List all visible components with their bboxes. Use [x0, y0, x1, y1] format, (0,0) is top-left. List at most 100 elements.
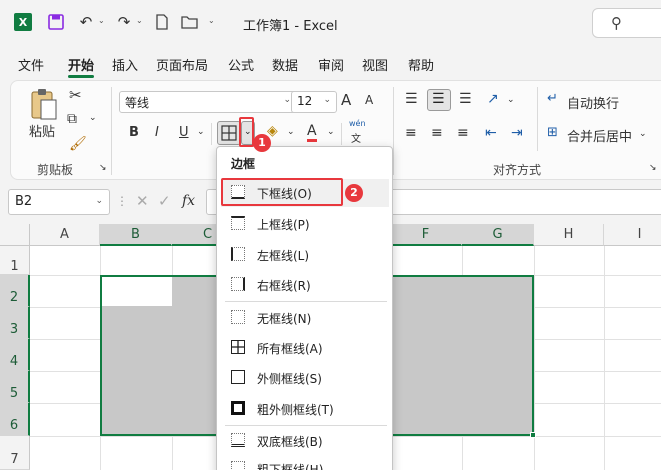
new-file-icon[interactable] [152, 12, 172, 32]
row-header-7[interactable]: 7 [0, 436, 30, 470]
wrap-text-icon[interactable]: ↵ [547, 91, 558, 106]
redo-icon[interactable]: ↷ [114, 12, 134, 32]
name-box[interactable]: B2 ⌄ [8, 189, 110, 215]
redo-dropdown-icon[interactable]: ⌄ [136, 16, 143, 25]
active-tab-indicator [68, 75, 94, 78]
paste-button[interactable]: 粘贴 [29, 121, 55, 140]
column-header-g[interactable]: G [462, 224, 534, 246]
undo-dropdown-icon[interactable]: ⌄ [98, 16, 105, 25]
row-header-3[interactable]: 3 [0, 307, 30, 339]
row-header-6[interactable]: 6 [0, 403, 30, 436]
column-header-a[interactable]: A [30, 224, 100, 246]
shrink-font-button[interactable]: A [365, 93, 373, 107]
font-size-select[interactable]: 12 ⌄ [291, 91, 337, 113]
menu-item-all-borders[interactable]: 所有框线(A) [221, 334, 389, 362]
top-border-icon [231, 216, 245, 230]
phonetic-guide-button[interactable]: 文 [351, 130, 361, 145]
cut-icon[interactable]: ✂ [69, 86, 82, 104]
undo-icon[interactable]: ↶ [76, 12, 96, 32]
grow-font-button[interactable]: A [341, 91, 351, 109]
increase-indent-icon[interactable]: ⇥ [511, 125, 523, 141]
tab-file[interactable]: 文件 [18, 55, 44, 74]
merge-center-button[interactable]: 合并后居中 [567, 126, 632, 145]
align-top-icon[interactable]: ☰ [405, 91, 418, 107]
menu-item-label: 粗外侧框线(T) [257, 403, 334, 417]
search-icon: ⚲ [611, 14, 622, 32]
cancel-icon[interactable]: ✕ [136, 192, 149, 210]
menu-item-no-border[interactable]: 无框线(N) [221, 304, 389, 332]
row-header-2[interactable]: 2 [0, 275, 30, 307]
align-center-icon[interactable]: ≡ [431, 125, 443, 141]
tab-insert[interactable]: 插入 [112, 55, 138, 74]
fill-color-dropdown-icon[interactable]: ⌄ [287, 127, 295, 137]
menu-item-top-border[interactable]: 上框线(P) [221, 210, 389, 238]
row-header-5[interactable]: 5 [0, 371, 30, 403]
tab-page-layout[interactable]: 页面布局 [156, 55, 208, 74]
ribbon-separator [111, 87, 112, 175]
quick-access-dropdown-icon[interactable]: ⌄ [208, 16, 215, 25]
borders-menu-title: 边框 [231, 157, 256, 171]
align-middle-button[interactable]: ☰ [427, 89, 451, 111]
tab-review[interactable]: 审阅 [318, 55, 344, 74]
menu-item-label: 粗下框线(H) [257, 463, 324, 470]
font-color-dropdown-icon[interactable]: ⌄ [327, 127, 335, 137]
ribbon-separator [537, 87, 538, 151]
menu-item-thick-bottom-border[interactable]: 粗下框线(H) [221, 455, 389, 470]
decrease-indent-icon[interactable]: ⇤ [485, 125, 497, 141]
format-painter-icon[interactable]: 🖌 [69, 136, 87, 152]
orientation-dropdown-icon[interactable]: ⌄ [507, 95, 515, 105]
tab-data[interactable]: 数据 [272, 55, 298, 74]
align-right-icon[interactable]: ≡ [457, 125, 469, 141]
tab-help[interactable]: 帮助 [408, 55, 434, 74]
align-left-icon[interactable]: ≡ [405, 125, 417, 141]
clipboard-launcher-icon[interactable]: ↘ [99, 163, 107, 173]
menu-item-bottom-double-border[interactable]: 双底框线(B) [221, 427, 389, 455]
menu-item-label: 所有框线(A) [257, 342, 323, 356]
tab-formulas[interactable]: 公式 [228, 55, 254, 74]
phonetic-guide-top[interactable]: wén [349, 119, 366, 128]
column-header-i[interactable]: I [604, 224, 661, 246]
menu-item-right-border[interactable]: 右框线(R) [221, 271, 389, 299]
menu-item-left-border[interactable]: 左框线(L) [221, 241, 389, 269]
menu-item-outside-borders[interactable]: 外侧框线(S) [221, 364, 389, 392]
fill-handle[interactable] [530, 432, 536, 438]
row-header-1[interactable]: 1 [0, 246, 30, 275]
search-box[interactable]: ⚲ [592, 8, 661, 38]
thick-bottom-border-icon [231, 461, 245, 470]
copy-icon[interactable]: ⧉ [67, 111, 77, 127]
tab-home[interactable]: 开始 [68, 55, 94, 74]
row-header-4[interactable]: 4 [0, 339, 30, 371]
bold-button[interactable]: B [129, 125, 139, 140]
merge-center-icon[interactable]: ⊞ [547, 125, 558, 140]
name-box-dropdown-icon: ⌄ [95, 196, 103, 206]
underline-button[interactable]: U [179, 125, 189, 140]
column-header-h[interactable]: H [534, 224, 604, 246]
orientation-icon[interactable]: ↗ [487, 91, 499, 107]
enter-icon[interactable]: ✓ [158, 192, 171, 210]
alignment-launcher-icon[interactable]: ↘ [649, 163, 657, 173]
paste-icon[interactable] [29, 87, 59, 125]
insert-function-button[interactable]: fx [182, 193, 195, 209]
excel-logo-icon: X [14, 13, 32, 31]
menu-item-thick-outside-borders[interactable]: 粗外侧框线(T) [221, 395, 389, 423]
save-icon[interactable] [46, 12, 66, 32]
font-name-select[interactable]: 等线 ⌄ [119, 91, 297, 113]
font-color-button[interactable]: A [307, 123, 317, 142]
annotation-badge-1: 1 [253, 134, 271, 152]
borders-button[interactable] [217, 121, 241, 145]
tab-view[interactable]: 视图 [362, 55, 388, 74]
open-folder-icon[interactable] [180, 12, 200, 32]
select-all-corner[interactable] [0, 224, 30, 246]
align-bottom-icon[interactable]: ☰ [459, 91, 472, 107]
column-header-f[interactable]: F [390, 224, 462, 246]
wrap-text-button[interactable]: 自动换行 [567, 93, 619, 112]
all-borders-icon [231, 340, 245, 354]
merge-dropdown-icon[interactable]: ⌄ [639, 129, 647, 139]
italic-button[interactable]: I [155, 125, 159, 140]
font-size-dropdown-icon: ⌄ [323, 95, 331, 105]
underline-dropdown-icon[interactable]: ⌄ [197, 127, 205, 137]
menu-item-label: 右框线(R) [257, 279, 311, 293]
copy-dropdown-icon[interactable]: ⌄ [89, 113, 97, 123]
active-cell[interactable] [102, 277, 172, 306]
column-header-b[interactable]: B [100, 224, 172, 246]
